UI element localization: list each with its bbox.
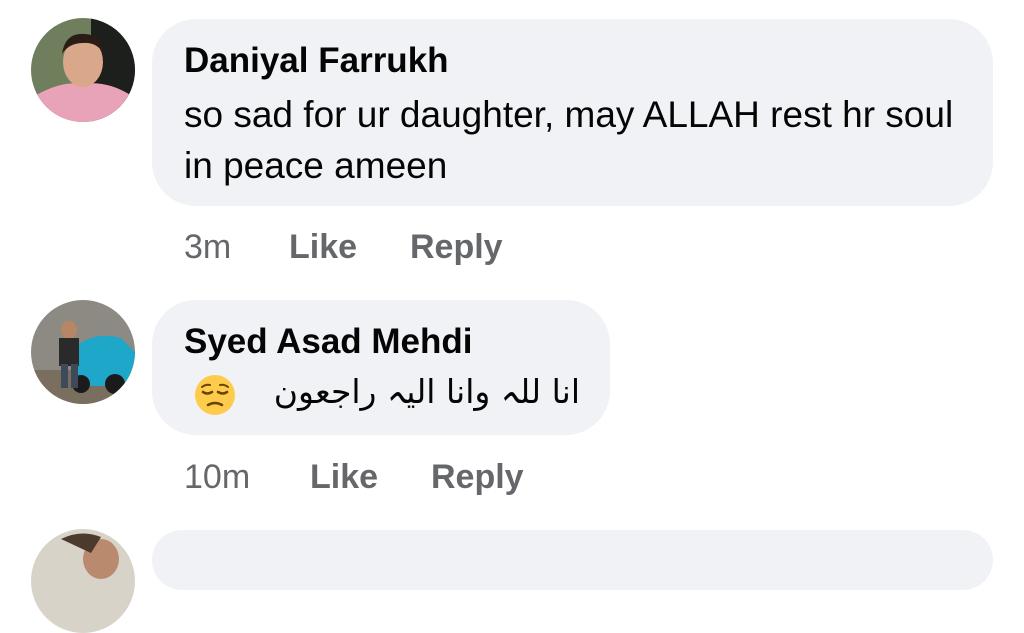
comment-bubble: Syed Asad Mehdi انا للہ وانا الیہ راجعون [152, 300, 610, 435]
like-button[interactable]: Like [289, 228, 357, 267]
reply-button[interactable]: Reply [431, 458, 524, 497]
reply-button[interactable]: Reply [410, 228, 503, 267]
pensive-face-emoji-icon [195, 375, 235, 415]
comment-text: انا للہ وانا الیہ راجعون [273, 372, 580, 411]
comment-bubble: Daniyal Farrukh so sad for ur daughter, … [152, 19, 993, 206]
avatar[interactable] [31, 18, 135, 122]
comment-bubble [152, 530, 993, 590]
like-button[interactable]: Like [310, 458, 378, 497]
avatar[interactable] [31, 529, 135, 633]
comment-author[interactable]: Daniyal Farrukh [184, 41, 449, 81]
avatar[interactable] [31, 300, 135, 404]
comment-text: so sad for ur daughter, may ALLAH rest h… [184, 94, 954, 186]
comment-author[interactable]: Syed Asad Mehdi [184, 322, 473, 362]
comment-timestamp: 10m [184, 458, 251, 496]
comment-timestamp: 3m [184, 228, 232, 266]
